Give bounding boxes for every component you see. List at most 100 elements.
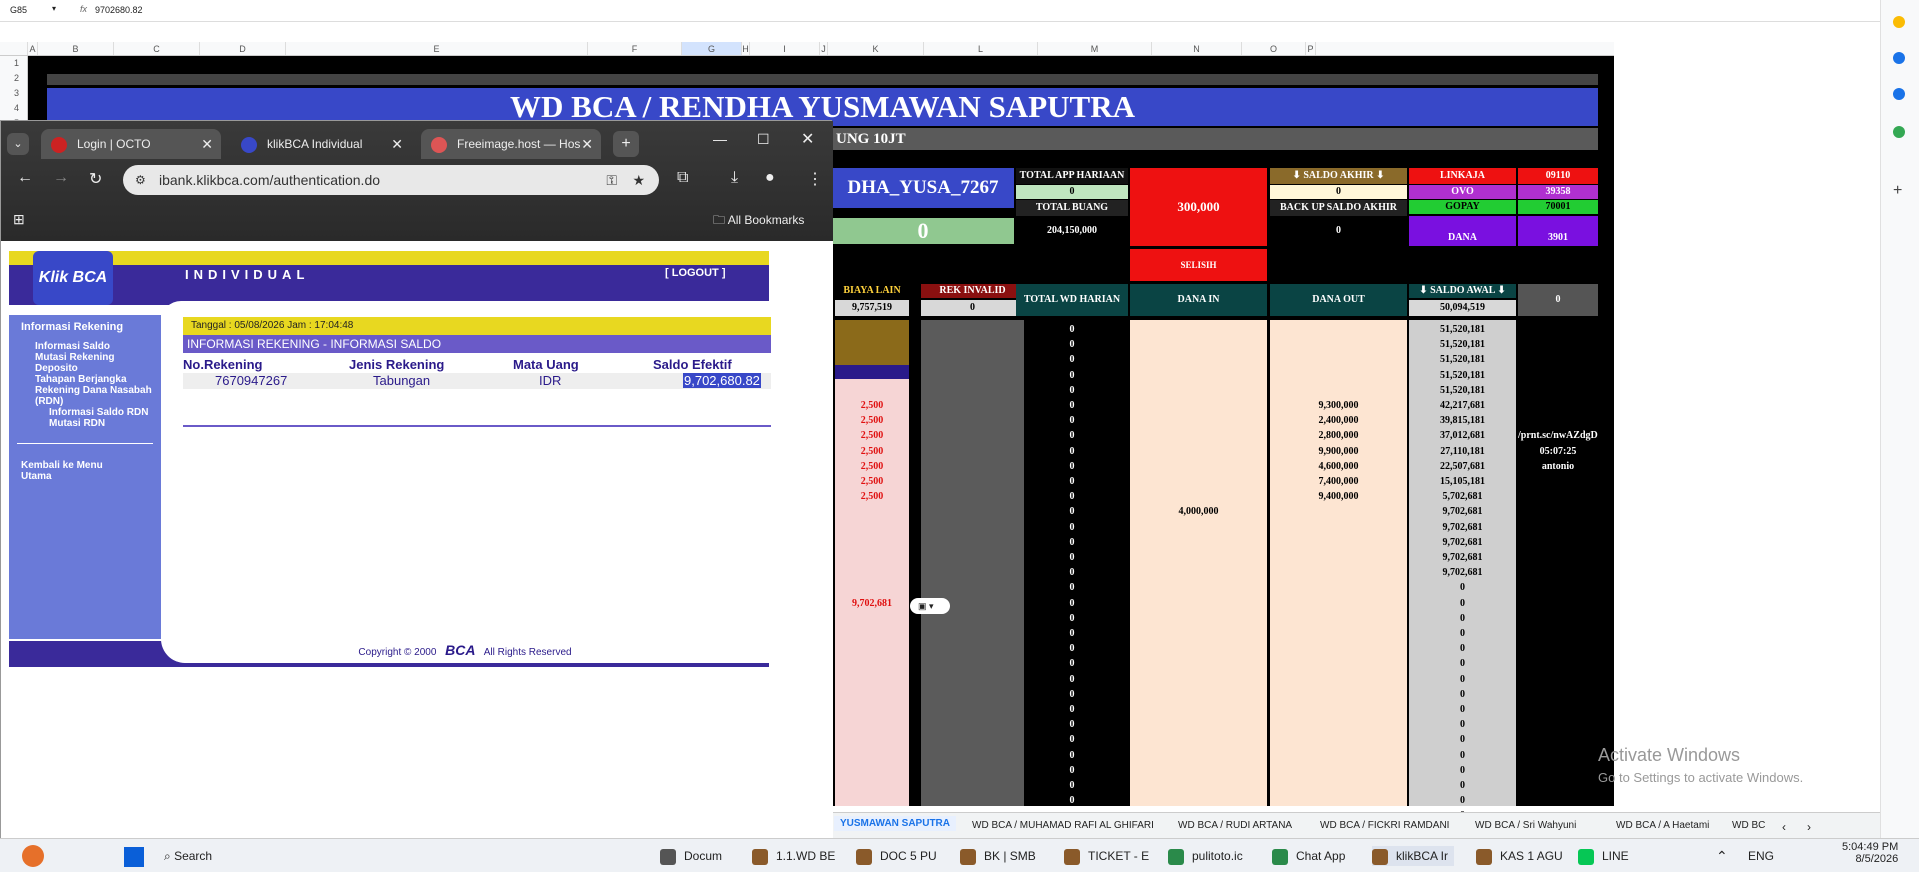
- total-wd-cell[interactable]: 0: [1016, 793, 1128, 808]
- reload-icon[interactable]: ↻: [89, 169, 102, 189]
- download-icon[interactable]: ⤓: [731, 169, 738, 187]
- menu-informasi-saldo[interactable]: Informasi Saldo: [35, 341, 161, 352]
- taskbar-app[interactable]: 1.1.WD BE: [752, 846, 835, 866]
- total-wd-cell[interactable]: 0: [1016, 428, 1128, 443]
- note-cell[interactable]: 05:07:25: [1518, 444, 1598, 459]
- total-wd-cell[interactable]: 0: [1016, 504, 1128, 519]
- total-wd-cell[interactable]: 0: [1016, 413, 1128, 428]
- saldo-awal-cell[interactable]: 27,110,181: [1409, 444, 1516, 459]
- total-wd-cell[interactable]: 0: [1016, 520, 1128, 535]
- total-wd-cell[interactable]: 0: [1016, 535, 1128, 550]
- saldo-awal-cell[interactable]: 42,217,681: [1409, 398, 1516, 413]
- profile-avatar[interactable]: ●: [765, 169, 775, 187]
- menu-icon[interactable]: ⋮: [807, 169, 823, 189]
- col-m[interactable]: M: [1038, 42, 1152, 55]
- total-wd-cell[interactable]: 0: [1016, 398, 1128, 413]
- sheet-tab[interactable]: WD BCA / RUDI ARTANA: [1178, 820, 1292, 831]
- taskbar-app[interactable]: Chat App: [1272, 846, 1345, 866]
- close-icon[interactable]: ✕: [391, 129, 403, 159]
- total-wd-cell[interactable]: 0: [1016, 748, 1128, 763]
- dana-out-cell[interactable]: 9,900,000: [1270, 444, 1407, 459]
- total-wd-cell[interactable]: 0: [1016, 596, 1128, 611]
- saldo-awal-cell[interactable]: 9,702,681: [1409, 550, 1516, 565]
- saldo-awal-cell[interactable]: 0: [1409, 596, 1516, 611]
- total-wd-cell[interactable]: 0: [1016, 641, 1128, 656]
- total-wd-cell[interactable]: 0: [1016, 732, 1128, 747]
- dana-out-cell[interactable]: 2,800,000: [1270, 428, 1407, 443]
- sheet-tab[interactable]: WD BCA / FICKRI RAMDANI: [1320, 820, 1449, 831]
- total-wd-cell[interactable]: 0: [1016, 763, 1128, 778]
- biaya-cell[interactable]: 2,500: [835, 444, 909, 459]
- sheet-tab[interactable]: WD BCA / Sri Wahyuni: [1475, 820, 1576, 831]
- password-key-icon[interactable]: ⚿: [606, 165, 617, 195]
- saldo-awal-cell[interactable]: 22,507,681: [1409, 459, 1516, 474]
- saldo-awal-cell[interactable]: 0: [1409, 580, 1516, 595]
- total-wd-cell[interactable]: 0: [1016, 626, 1128, 641]
- close-window-icon[interactable]: ✕: [801, 129, 814, 149]
- bookmark-star-icon[interactable]: ★: [632, 165, 645, 195]
- tab-freeimage[interactable]: Freeimage.host — Hos ✕: [421, 129, 601, 159]
- dana-out-cell[interactable]: 9,300,000: [1270, 398, 1407, 413]
- dana-out-cell[interactable]: 7,400,000: [1270, 474, 1407, 489]
- chevron-up-icon[interactable]: ⌃: [1716, 846, 1728, 866]
- taskbar-app[interactable]: BK | SMB: [960, 846, 1036, 866]
- total-wd-cell[interactable]: 0: [1016, 687, 1128, 702]
- total-wd-cell[interactable]: 0: [1016, 352, 1128, 367]
- saldo-awal-cell[interactable]: 37,012,681: [1409, 428, 1516, 443]
- saldo-awal-cell[interactable]: 0: [1409, 748, 1516, 763]
- chevron-right-icon[interactable]: ›: [1807, 820, 1811, 834]
- saldo-awal-cell[interactable]: 9,702,681: [1409, 520, 1516, 535]
- col-p[interactable]: P: [1306, 42, 1316, 55]
- minimize-icon[interactable]: —: [713, 131, 727, 147]
- close-icon[interactable]: ✕: [201, 129, 213, 159]
- dana-out-cell[interactable]: 4,600,000: [1270, 459, 1407, 474]
- chevron-left-icon[interactable]: ‹: [1782, 820, 1786, 834]
- saldo-awal-cell[interactable]: 9,702,681: [1409, 504, 1516, 519]
- total-wd-cell[interactable]: 0: [1016, 611, 1128, 626]
- tab-klikbca[interactable]: klikBCA Individual ✕: [231, 129, 411, 159]
- saldo-awal-cell[interactable]: 9,702,681: [1409, 535, 1516, 550]
- col-o[interactable]: O: [1242, 42, 1306, 55]
- note-cell[interactable]: /prnt.sc/nwAZdgDm0(: [1518, 428, 1598, 443]
- dana-in-cell[interactable]: 4,000,000: [1130, 504, 1267, 519]
- saldo-awal-cell[interactable]: 0: [1409, 641, 1516, 656]
- taskbar-search[interactable]: ⌕ Search: [164, 846, 212, 866]
- saldo-awal-cell[interactable]: 0: [1409, 793, 1516, 808]
- back-icon[interactable]: ←: [17, 169, 33, 187]
- saldo-awal-cell[interactable]: 51,520,181: [1409, 368, 1516, 383]
- col-c[interactable]: C: [114, 42, 200, 55]
- notification-icon[interactable]: [22, 845, 44, 867]
- col-f[interactable]: F: [588, 42, 682, 55]
- sheet-tab[interactable]: WD BC: [1732, 820, 1765, 831]
- forward-icon[interactable]: →: [53, 169, 69, 187]
- biaya-cell[interactable]: 2,500: [835, 474, 909, 489]
- biaya-cell[interactable]: 9,702,681: [835, 596, 909, 611]
- saldo-awal-cell[interactable]: 0: [1409, 778, 1516, 793]
- menu-mutasi-rdn[interactable]: Mutasi RDN: [35, 418, 161, 429]
- total-wd-cell[interactable]: 0: [1016, 337, 1128, 352]
- taskbar-app[interactable]: LINE: [1578, 846, 1629, 866]
- saldo-awal-cell[interactable]: 0: [1409, 672, 1516, 687]
- menu-rdn[interactable]: Rekening Dana Nasabah (RDN): [35, 385, 161, 407]
- close-icon[interactable]: ✕: [581, 129, 593, 159]
- formula-bar[interactable]: G85 ▾ fx 9702680.82: [0, 0, 1880, 22]
- windows-start-icon[interactable]: [124, 847, 144, 867]
- biaya-cell[interactable]: 2,500: [835, 489, 909, 504]
- total-wd-cell[interactable]: 0: [1016, 565, 1128, 580]
- biaya-cell[interactable]: 2,500: [835, 459, 909, 474]
- col-i[interactable]: I: [750, 42, 820, 55]
- total-wd-cell[interactable]: 0: [1016, 444, 1128, 459]
- total-wd-cell[interactable]: 0: [1016, 702, 1128, 717]
- total-wd-cell[interactable]: 0: [1016, 778, 1128, 793]
- col-h[interactable]: H: [742, 42, 750, 55]
- taskbar-app[interactable]: pulitoto.ic: [1168, 846, 1243, 866]
- menu-informasi-saldo-rdn[interactable]: Informasi Saldo RDN: [35, 407, 161, 418]
- saldo-awal-cell[interactable]: 0: [1409, 702, 1516, 717]
- clock[interactable]: 5:04:49 PM 8/5/2026: [1842, 841, 1898, 865]
- saldo-awal-cell[interactable]: 51,520,181: [1409, 322, 1516, 337]
- total-wd-cell[interactable]: 0: [1016, 672, 1128, 687]
- taskbar-app[interactable]: Docum: [660, 846, 722, 866]
- col-d[interactable]: D: [200, 42, 286, 55]
- logout-link[interactable]: [ LOGOUT ]: [665, 267, 726, 279]
- col-b[interactable]: B: [38, 42, 114, 55]
